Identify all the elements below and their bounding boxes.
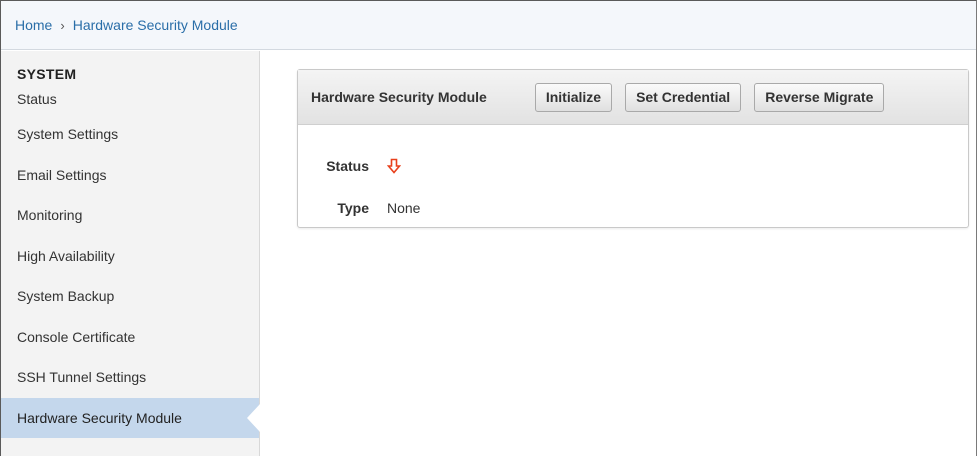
status-row: Status <box>298 145 968 187</box>
breadcrumb-home-link[interactable]: Home <box>15 17 52 33</box>
panel-body: Status Type None <box>298 125 968 229</box>
type-label: Type <box>337 200 369 216</box>
down-arrow-icon <box>386 158 402 174</box>
set-credential-button[interactable]: Set Credential <box>625 82 742 112</box>
sidebar-item-high-availability[interactable]: High Availability <box>1 236 259 277</box>
sidebar-item-status[interactable]: Status <box>1 83 259 114</box>
sidebar-heading: SYSTEM <box>17 66 77 82</box>
sidebar-item-monitoring[interactable]: Monitoring <box>1 195 259 236</box>
initialize-button[interactable]: Initialize <box>534 82 613 112</box>
hsm-panel: Hardware Security Module Initialize Set … <box>297 69 969 228</box>
sidebar-item-hardware-security-module[interactable]: Hardware Security Module <box>1 397 259 438</box>
type-value: None <box>387 200 421 216</box>
breadcrumb: Home › Hardware Security Module <box>1 1 976 50</box>
panel-title: Hardware Security Module <box>311 89 487 105</box>
breadcrumb-separator: › <box>60 17 65 33</box>
sidebar-item-console-certificate[interactable]: Console Certificate <box>1 317 259 358</box>
sidebar-item-system-backup[interactable]: System Backup <box>1 276 259 317</box>
sidebar-item-ssh-tunnel-settings[interactable]: SSH Tunnel Settings <box>1 357 259 398</box>
sidebar-item-email-settings[interactable]: Email Settings <box>1 155 259 196</box>
sidebar-item-system-settings[interactable]: System Settings <box>1 114 259 155</box>
reverse-migrate-button[interactable]: Reverse Migrate <box>754 82 885 112</box>
status-label: Status <box>326 158 369 174</box>
panel-header: Hardware Security Module Initialize Set … <box>298 70 968 125</box>
sidebar: SYSTEM Status System Settings Email Sett… <box>1 51 260 456</box>
breadcrumb-current: Hardware Security Module <box>72 17 238 33</box>
type-row: Type None <box>298 187 968 229</box>
